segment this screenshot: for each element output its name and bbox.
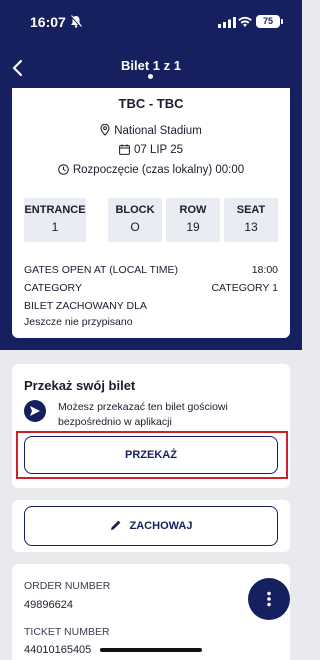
- battery-indicator: 75: [256, 15, 280, 28]
- entrance-label: ENTRANCE: [24, 204, 86, 216]
- highlight-box: [16, 431, 288, 479]
- seat-value: 13: [244, 220, 258, 234]
- bell-muted-icon: [70, 15, 82, 28]
- saved-for-value-row: Jeszcze nie przypisano: [24, 316, 278, 328]
- category-row: CATEGORY CATEGORY 1: [24, 282, 278, 294]
- order-number-value: 49896624: [24, 599, 73, 611]
- kickoff-text: Rozpoczęcie (czas lokalny) 00:00: [72, 164, 245, 176]
- saved-for-row: BILET ZACHOWANY DLA: [24, 300, 278, 312]
- venue-text: National Stadium: [114, 125, 202, 137]
- gates-value: 18:00: [251, 264, 278, 276]
- save-card: ZACHOWAJ: [12, 500, 290, 552]
- location-pin-icon: [100, 123, 110, 136]
- entrance-value: 1: [51, 220, 59, 234]
- save-button-label: ZACHOWAJ: [129, 520, 193, 532]
- transfer-description: Możesz przekazać ten bilet gościowi bezp…: [58, 401, 228, 428]
- category-value: CATEGORY 1: [211, 282, 278, 294]
- calendar-icon: [119, 144, 130, 155]
- send-icon: [24, 400, 46, 422]
- status-time: 16:07: [30, 14, 66, 30]
- block-label: BLOCK: [115, 204, 155, 216]
- home-indicator[interactable]: [100, 648, 202, 652]
- clock-icon: [58, 164, 69, 175]
- gates-label: GATES OPEN AT (LOCAL TIME): [24, 264, 179, 276]
- more-vertical-icon: [267, 591, 271, 607]
- saved-for-value: Jeszcze nie przypisano: [24, 316, 133, 328]
- seat-label: SEAT: [236, 204, 266, 216]
- wifi-icon: [238, 16, 252, 27]
- ticket-number-label: TICKET NUMBER: [24, 626, 110, 638]
- match-title: TBC - TBC: [118, 96, 184, 111]
- ticket-card: TBC - TBC National Stadium 07 LIP 25 Roz…: [12, 88, 290, 338]
- nav-title: Bilet 1 z 1: [121, 58, 181, 73]
- transfer-title: Przekaż swój bilet: [24, 378, 136, 393]
- page-indicator-dot[interactable]: [148, 74, 153, 79]
- kickoff-line: Rozpoczęcie (czas lokalny) 00:00: [12, 164, 290, 176]
- battery-tip: [281, 19, 283, 24]
- block-value: O: [130, 220, 140, 234]
- category-label: CATEGORY: [24, 282, 82, 294]
- save-button[interactable]: ZACHOWAJ: [24, 506, 278, 546]
- signal-icon: [218, 17, 236, 28]
- order-number-label: ORDER NUMBER: [24, 580, 111, 592]
- row-label: ROW: [179, 204, 207, 216]
- pencil-icon: [110, 520, 120, 530]
- more-options-button[interactable]: [248, 578, 290, 620]
- row-value: 19: [186, 220, 200, 234]
- saved-for-label: BILET ZACHOWANY DLA: [24, 300, 147, 312]
- status-bar: 16:07 75: [0, 0, 302, 44]
- seat-box-block: BLOCK O: [108, 198, 162, 242]
- gates-row: GATES OPEN AT (LOCAL TIME) 18:00: [24, 264, 278, 276]
- date-text: 07 LIP 25: [133, 144, 184, 156]
- ticket-number-value: 44010165405: [24, 644, 92, 656]
- seat-box-entrance: ENTRANCE 1: [24, 198, 86, 242]
- seat-box-seat: SEAT 13: [224, 198, 278, 242]
- venue-line: National Stadium: [12, 123, 290, 137]
- seat-box-row: ROW 19: [166, 198, 220, 242]
- date-line: 07 LIP 25: [12, 144, 290, 156]
